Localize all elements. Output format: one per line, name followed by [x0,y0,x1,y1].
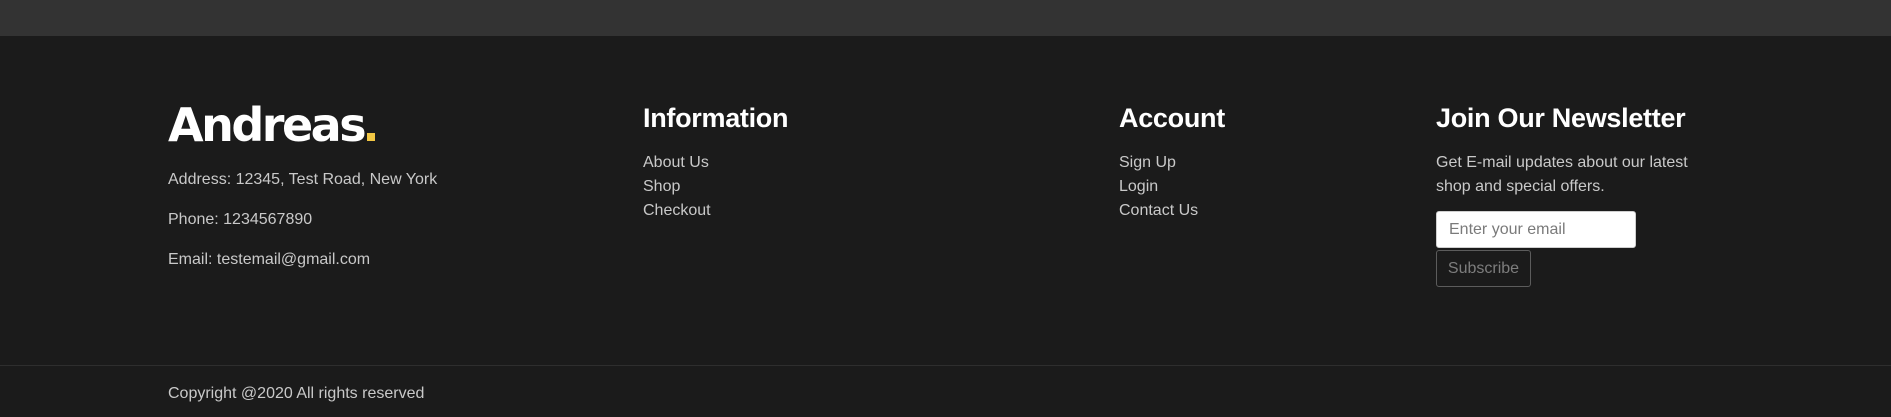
newsletter-column: Join Our Newsletter Get E-mail updates a… [1436,102,1706,287]
brand-logo-text: Andreas [168,98,367,152]
link-checkout[interactable]: Checkout [643,199,788,223]
information-column: Information About Us Shop Checkout [643,102,788,223]
link-contact-us[interactable]: Contact Us [1119,199,1225,223]
newsletter-email-input[interactable] [1436,211,1636,248]
site-footer: Andreas Address: 12345, Test Road, New Y… [0,36,1891,417]
address-text: Address: 12345, Test Road, New York [168,171,438,188]
brand-column: Andreas Address: 12345, Test Road, New Y… [168,102,437,270]
footer-divider [0,365,1891,366]
copyright-text: Copyright @2020 All rights reserved [168,385,425,402]
phone-text: Phone: 1234567890 [168,211,313,228]
link-sign-up[interactable]: Sign Up [1119,151,1225,175]
link-about-us[interactable]: About Us [643,151,788,175]
link-shop[interactable]: Shop [643,175,788,199]
information-links: About Us Shop Checkout [643,151,788,223]
subscribe-button[interactable]: Subscribe [1436,250,1531,287]
logo-dot-icon [367,133,376,141]
account-heading: Account [1119,103,1225,133]
brand-logo[interactable]: Andreas [168,102,437,150]
account-links: Sign Up Login Contact Us [1119,151,1225,223]
email-text: Email: testemail@gmail.com [168,251,371,268]
newsletter-heading: Join Our Newsletter [1436,103,1686,133]
link-login[interactable]: Login [1119,175,1225,199]
newsletter-description: Get E-mail updates about our latest shop… [1436,154,1688,195]
information-heading: Information [643,103,789,133]
account-column: Account Sign Up Login Contact Us [1119,102,1225,223]
top-strip [0,0,1891,36]
